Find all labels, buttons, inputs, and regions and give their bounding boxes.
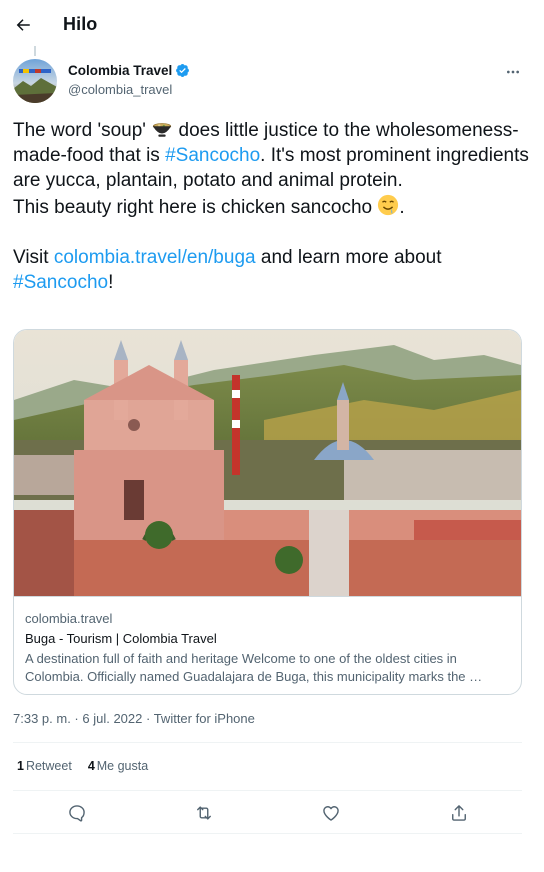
- tweet-text-segment: The word 'soup': [13, 120, 152, 141]
- tweet-text-segment: !: [108, 272, 114, 294]
- page-title: Hilo: [63, 14, 98, 34]
- divider: [13, 833, 522, 834]
- card-description: A destination full of faith and heritage…: [25, 651, 483, 684]
- url-link[interactable]: colombia.travel/en/buga: [54, 247, 256, 268]
- share-button[interactable]: [444, 798, 474, 828]
- tweet-text-segment: This beauty right here is chicken sancoc…: [13, 196, 378, 218]
- avatar[interactable]: [13, 59, 57, 103]
- reply-button[interactable]: [62, 798, 92, 828]
- tweet-source[interactable]: Twitter for iPhone: [154, 711, 255, 726]
- verified-badge-icon: [176, 64, 190, 77]
- tweet-time[interactable]: 7:33 p. m.: [13, 711, 71, 726]
- more-horizontal-icon: [507, 70, 519, 74]
- timestamp-separator: ·: [142, 711, 154, 726]
- likes-count: 4: [87, 759, 95, 773]
- tweet-date[interactable]: 6 jul. 2022: [82, 711, 142, 726]
- likes-stat[interactable]: 4 Me gusta: [88, 759, 148, 773]
- tweet-timestamp: 7:33 p. m. · 6 jul. 2022 · Twitter for i…: [13, 711, 255, 726]
- reply-icon: [69, 805, 85, 822]
- card-domain: colombia.travel: [25, 611, 113, 626]
- retweets-count: 1: [17, 759, 24, 773]
- retweets-stat[interactable]: 1 Retweet: [17, 759, 72, 773]
- timestamp-separator: ·: [70, 711, 83, 726]
- top-bar: Hilo: [0, 0, 544, 50]
- hashtag-link[interactable]: #Sancocho: [165, 145, 260, 166]
- share-icon: [452, 805, 466, 821]
- retweets-label: Retweet: [25, 759, 72, 773]
- retweet-icon: [197, 806, 211, 820]
- likes-label: Me gusta: [96, 759, 149, 773]
- retweet-button[interactable]: [189, 798, 219, 828]
- tweet-text: The word 'soup' does little justice to t…: [13, 118, 533, 295]
- author-name[interactable]: Colombia Travel: [68, 63, 190, 78]
- divider: [13, 742, 522, 743]
- back-button[interactable]: [8, 7, 38, 43]
- link-preview-card[interactable]: colombia.travel Buga - Tourism | Colombi…: [13, 329, 522, 695]
- author-name-text: Colombia Travel: [68, 63, 173, 78]
- thread-connector-line: [34, 46, 36, 56]
- card-meta: colombia.travel Buga - Tourism | Colombi…: [14, 596, 521, 694]
- tweet-text-segment: and learn more about: [255, 247, 442, 269]
- tweet-stats: 1 Retweet 4 Me gusta: [17, 759, 148, 773]
- more-options-button[interactable]: [500, 60, 526, 84]
- hashtag-link[interactable]: #Sancocho: [13, 272, 108, 293]
- arrow-left-icon: [16, 19, 30, 31]
- card-image: [14, 330, 521, 596]
- card-title: Buga - Tourism | Colombia Travel: [25, 631, 217, 646]
- heart-icon: [323, 806, 339, 821]
- tweet-text-segment: .: [399, 196, 405, 218]
- tweet-text-segment: Visit: [13, 247, 54, 269]
- divider: [13, 790, 522, 791]
- like-button[interactable]: [316, 798, 346, 828]
- drooling-face-emoji-icon: [378, 194, 399, 215]
- bowl-emoji-icon: [153, 123, 172, 137]
- author-handle[interactable]: @colombia_travel: [68, 82, 172, 97]
